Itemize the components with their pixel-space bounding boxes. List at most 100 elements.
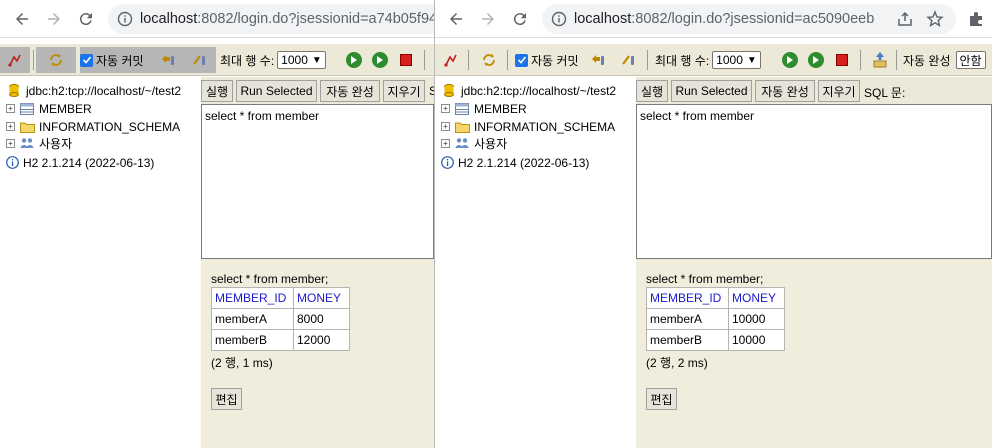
result-row-count: (2 행, 2 ms) <box>646 356 708 370</box>
tree-item-label: 사용자 <box>39 137 73 151</box>
auto-commit-toggle[interactable]: 자동 커밋 <box>80 47 152 73</box>
table-header-row: MEMBER_ID MONEY <box>646 287 785 309</box>
table-icon <box>19 102 35 116</box>
rollback-icon <box>162 55 174 65</box>
refresh-button[interactable] <box>481 47 497 73</box>
stop-icon <box>836 54 848 66</box>
share-button[interactable] <box>895 9 915 29</box>
tree-item-member[interactable]: + MEMBER <box>6 100 92 117</box>
expand-icon[interactable]: + <box>6 139 15 148</box>
back-button[interactable] <box>12 9 32 29</box>
auto-complete-label: 자동 완성 <box>903 53 951 68</box>
result-table: MEMBER_ID MONEY memberA 10000 memberB 10… <box>646 287 785 351</box>
stop-button[interactable] <box>400 47 412 73</box>
refresh-button[interactable] <box>36 47 76 73</box>
run-button[interactable] <box>782 47 798 73</box>
address-bar[interactable]: localhost:8082/login.do?jsessionid=ac509… <box>542 4 956 34</box>
max-rows-label: 최대 행 수: <box>220 53 275 68</box>
run-selected-text-button[interactable]: Run Selected <box>671 80 752 102</box>
table-cell: 10000 <box>728 308 785 330</box>
table-icon <box>454 102 470 116</box>
expand-icon[interactable]: + <box>6 104 15 113</box>
max-rows-select[interactable]: 1000 ▼ <box>712 51 761 69</box>
sql-editor[interactable]: select * from member <box>201 104 434 259</box>
history-button[interactable] <box>872 47 888 73</box>
checkbox-checked-icon[interactable] <box>80 53 93 67</box>
max-rows-label: 최대 행 수: <box>655 53 710 68</box>
column-header[interactable]: MEMBER_ID <box>211 287 294 309</box>
table-cell: 12000 <box>293 329 350 351</box>
reload-button[interactable] <box>76 9 96 29</box>
disconnect-button[interactable] <box>443 47 459 73</box>
toolbar-separator <box>860 50 861 70</box>
info-icon[interactable] <box>550 10 568 28</box>
info-icon[interactable] <box>116 10 134 28</box>
clear-button[interactable]: 지우기 <box>383 80 425 102</box>
auto-complete-button[interactable]: 자동 완성 <box>320 80 380 102</box>
expand-icon[interactable]: + <box>441 122 450 131</box>
stop-icon <box>400 54 412 66</box>
address-bar[interactable]: localhost:8082/login.do?jsessionid=a74b0… <box>108 4 434 34</box>
tree-connection[interactable]: jdbc:h2:tcp://localhost/~/test2 <box>6 82 181 99</box>
run-selected-button[interactable] <box>372 47 388 73</box>
table-cell: memberA <box>211 308 294 330</box>
tree-item-users[interactable]: + 사용자 <box>441 135 507 152</box>
max-rows-control: 최대 행 수: 1000 ▼ <box>655 47 761 73</box>
tree-connection[interactable]: jdbc:h2:tcp://localhost/~/test2 <box>441 82 616 99</box>
edit-button[interactable]: 편집 <box>211 388 242 410</box>
clear-button[interactable]: 지우기 <box>818 80 860 102</box>
run-selected-button[interactable] <box>808 47 824 73</box>
stop-button[interactable] <box>836 47 848 73</box>
expand-icon[interactable]: + <box>6 122 15 131</box>
info-icon <box>6 156 19 170</box>
execute-button[interactable]: 실행 <box>201 80 233 102</box>
rollback-button[interactable] <box>590 47 606 73</box>
object-tree: jdbc:h2:tcp://localhost/~/test2 + MEMBER… <box>0 77 201 448</box>
column-header[interactable]: MEMBER_ID <box>646 287 729 309</box>
bookmark-button[interactable] <box>925 9 945 29</box>
sql-editor[interactable]: select * from member <box>636 104 992 259</box>
forward-button[interactable] <box>478 9 498 29</box>
forward-button[interactable] <box>44 9 64 29</box>
run-selected-text-button[interactable]: Run Selected <box>236 80 317 102</box>
sql-button-bar: 실행 Run Selected 자동 완성 지우기 S <box>201 77 434 104</box>
tree-item-information-schema[interactable]: + INFORMATION_SCHEMA <box>441 118 615 135</box>
toolbar-separator <box>647 50 648 70</box>
browser-toolbar: localhost:8082/login.do?jsessionid=a74b0… <box>0 0 434 38</box>
checkbox-checked-icon[interactable] <box>515 53 528 67</box>
auto-complete-select[interactable]: 안함 <box>955 51 986 69</box>
run-button[interactable] <box>346 47 362 73</box>
max-rows-select[interactable]: 1000 ▼ <box>277 51 326 69</box>
toolbar-separator <box>424 50 425 70</box>
expand-icon[interactable]: + <box>441 104 450 113</box>
edit-button[interactable]: 편집 <box>646 388 677 410</box>
rollback-commit-group[interactable] <box>152 47 216 73</box>
reload-button[interactable] <box>510 9 530 29</box>
puzzle-icon <box>970 12 982 26</box>
table-row: memberA 10000 <box>646 308 785 330</box>
expand-icon[interactable]: + <box>441 139 450 148</box>
commit-button[interactable] <box>621 47 637 73</box>
table-row: memberB 12000 <box>211 329 350 351</box>
back-button[interactable] <box>446 9 466 29</box>
auto-complete-button[interactable]: 자동 완성 <box>755 80 815 102</box>
auto-commit-label: 자동 커밋 <box>531 53 579 68</box>
auto-commit-toggle[interactable]: 자동 커밋 <box>515 47 579 73</box>
tree-item-information-schema[interactable]: + INFORMATION_SCHEMA <box>6 118 180 135</box>
tree-item-member[interactable]: + MEMBER <box>441 100 527 117</box>
tree-item-users[interactable]: + 사용자 <box>6 135 72 152</box>
disconnect-icon <box>8 54 21 67</box>
table-row: memberA 8000 <box>211 308 350 330</box>
tree-item-label: INFORMATION_SCHEMA <box>39 119 181 134</box>
table-header-row: MEMBER_ID MONEY <box>211 287 350 309</box>
column-header[interactable]: MONEY <box>728 287 785 309</box>
version-label: H2 2.1.214 (2022-06-13) <box>458 155 590 170</box>
execute-button[interactable]: 실행 <box>636 80 668 102</box>
column-header[interactable]: MONEY <box>293 287 350 309</box>
share-icon <box>898 11 912 26</box>
browser-toolbar: localhost:8082/login.do?jsessionid=ac509… <box>435 0 992 38</box>
right-browser-window: localhost:8082/login.do?jsessionid=ac509… <box>435 0 992 448</box>
extensions-button[interactable] <box>966 9 986 29</box>
disconnect-button[interactable] <box>0 47 30 73</box>
play-step-icon <box>808 52 824 68</box>
